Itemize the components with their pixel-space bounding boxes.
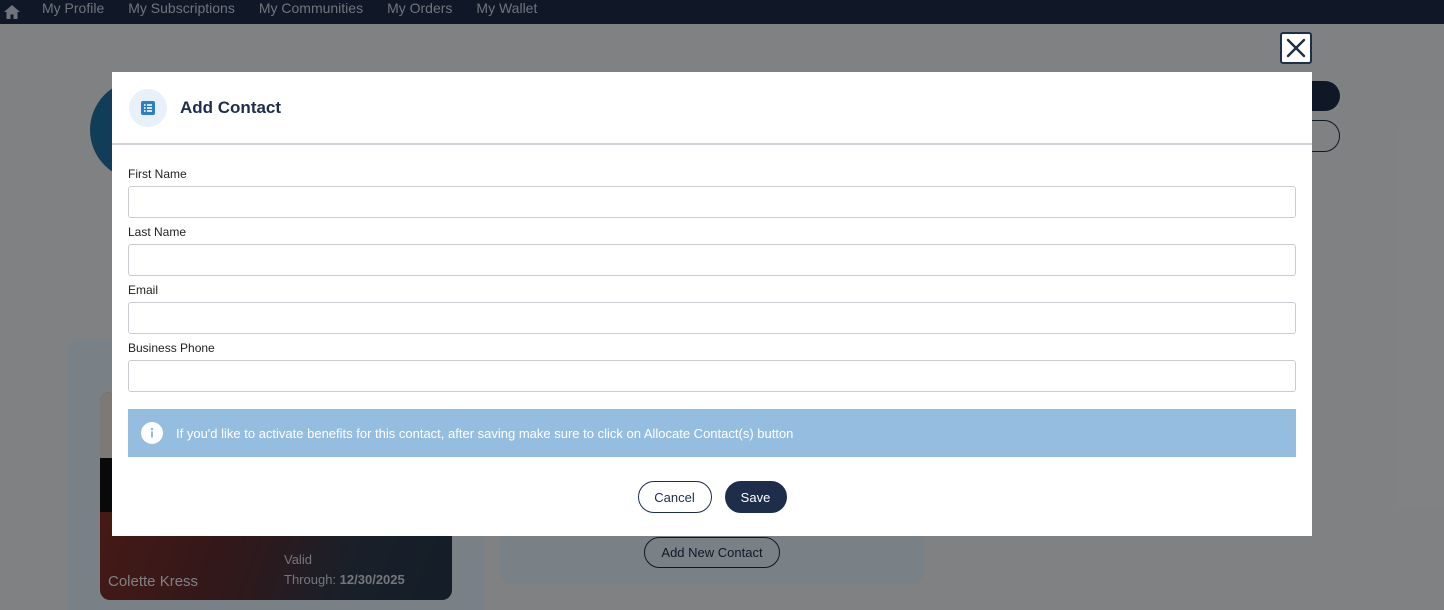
modal-header: Add Contact bbox=[112, 72, 1312, 145]
cancel-button[interactable]: Cancel bbox=[637, 481, 712, 513]
save-button[interactable]: Save bbox=[724, 481, 787, 513]
list-icon bbox=[129, 88, 167, 127]
close-icon bbox=[1286, 38, 1306, 58]
info-text: If you'd like to activate benefits for t… bbox=[176, 425, 794, 441]
last-name-field[interactable] bbox=[128, 244, 1296, 276]
close-button[interactable] bbox=[1280, 32, 1312, 64]
info-icon bbox=[141, 422, 163, 444]
email-field[interactable] bbox=[128, 302, 1296, 334]
modal-actions: Cancel Save bbox=[128, 481, 1296, 513]
add-contact-modal: Add Contact First Name Last Name Email B… bbox=[112, 72, 1312, 536]
email-label: Email bbox=[128, 283, 159, 297]
info-banner: If you'd like to activate benefits for t… bbox=[128, 409, 1296, 457]
first-name-field[interactable] bbox=[128, 186, 1296, 218]
modal-body: First Name Last Name Email Business Phon… bbox=[112, 145, 1312, 513]
last-name-label: Last Name bbox=[128, 225, 187, 239]
first-name-label: First Name bbox=[128, 167, 187, 181]
business-phone-field[interactable] bbox=[128, 360, 1296, 392]
business-phone-label: Business Phone bbox=[128, 341, 215, 355]
modal-title: Add Contact bbox=[180, 97, 282, 117]
